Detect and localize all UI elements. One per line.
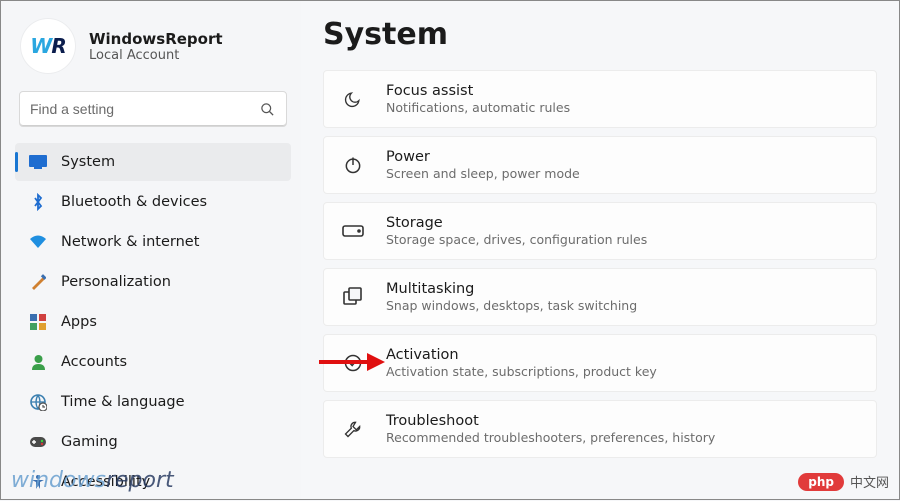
sidebar-nav: System Bluetooth & devices Network & int… [15,143,291,501]
bluetooth-icon [29,193,47,211]
sidebar-item-personalization[interactable]: Personalization [15,263,291,301]
moon-icon [342,88,364,110]
card-multitasking[interactable]: Multitasking Snap windows, desktops, tas… [323,268,877,326]
sidebar-item-label: Time & language [61,394,185,410]
card-title: Activation [386,347,657,363]
sidebar-item-gaming[interactable]: Gaming [15,423,291,461]
display-icon [29,153,47,171]
sidebar: WR WindowsReport Local Account System [1,1,301,499]
card-text: Storage Storage space, drives, configura… [386,215,647,247]
gamepad-icon [29,433,47,451]
profile-sub: Local Account [89,48,223,63]
search-box[interactable] [19,91,287,127]
accessibility-icon [29,473,47,491]
card-title: Troubleshoot [386,413,715,429]
card-sub: Notifications, automatic rules [386,100,570,115]
settings-card-list: Focus assist Notifications, automatic ru… [323,70,877,458]
profile-name: WindowsReport [89,30,223,48]
card-text: Power Screen and sleep, power mode [386,149,580,181]
card-troubleshoot[interactable]: Troubleshoot Recommended troubleshooters… [323,400,877,458]
sidebar-item-label: Network & internet [61,234,199,250]
card-sub: Storage space, drives, configuration rul… [386,232,647,247]
search-input[interactable] [30,101,258,117]
sidebar-item-time-language[interactable]: Time & language [15,383,291,421]
profile-block[interactable]: WR WindowsReport Local Account [15,15,291,91]
card-activation[interactable]: Activation Activation state, subscriptio… [323,334,877,392]
card-text: Multitasking Snap windows, desktops, tas… [386,281,637,313]
person-icon [29,353,47,371]
sidebar-item-system[interactable]: System [15,143,291,181]
card-sub: Activation state, subscriptions, product… [386,364,657,379]
drive-icon [342,220,364,242]
card-title: Power [386,149,580,165]
sidebar-item-network[interactable]: Network & internet [15,223,291,261]
check-circle-icon [342,352,364,374]
sidebar-item-bluetooth[interactable]: Bluetooth & devices [15,183,291,221]
sidebar-item-label: Accessibility [61,474,150,490]
multitask-icon [342,286,364,308]
sidebar-item-label: Accounts [61,354,127,370]
profile-text: WindowsReport Local Account [89,30,223,63]
avatar: WR [21,19,75,73]
card-title: Multitasking [386,281,637,297]
card-storage[interactable]: Storage Storage space, drives, configura… [323,202,877,260]
card-focus-assist[interactable]: Focus assist Notifications, automatic ru… [323,70,877,128]
sidebar-item-apps[interactable]: Apps [15,303,291,341]
search-icon [258,100,276,118]
card-title: Focus assist [386,83,570,99]
sidebar-item-label: Apps [61,314,97,330]
card-text: Focus assist Notifications, automatic ru… [386,83,570,115]
card-power[interactable]: Power Screen and sleep, power mode [323,136,877,194]
card-title: Storage [386,215,647,231]
sidebar-item-accounts[interactable]: Accounts [15,343,291,381]
avatar-initials: WR [30,34,65,58]
globe-clock-icon [29,393,47,411]
card-sub: Snap windows, desktops, task switching [386,298,637,313]
sidebar-item-accessibility[interactable]: Accessibility [15,463,291,501]
brush-icon [29,273,47,291]
power-icon [342,154,364,176]
card-text: Activation Activation state, subscriptio… [386,347,657,379]
card-text: Troubleshoot Recommended troubleshooters… [386,413,715,445]
wrench-icon [342,418,364,440]
apps-icon [29,313,47,331]
card-sub: Screen and sleep, power mode [386,166,580,181]
wifi-icon [29,233,47,251]
sidebar-item-label: Gaming [61,434,118,450]
sidebar-item-label: Bluetooth & devices [61,194,207,210]
main-content: System Focus assist Notifications, autom… [301,1,899,499]
card-sub: Recommended troubleshooters, preferences… [386,430,715,445]
page-title: System [323,17,877,52]
sidebar-item-label: System [61,154,115,170]
sidebar-item-label: Personalization [61,274,171,290]
